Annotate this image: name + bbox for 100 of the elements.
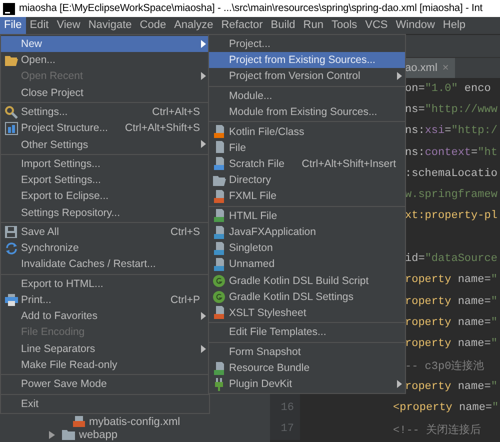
code-line: ns:xsi="http:/ <box>405 125 498 138</box>
code-line: on="1.0" enco <box>405 82 491 95</box>
shortcut-label: Ctrl+S <box>170 226 200 238</box>
menu-item[interactable]: Line Separators <box>1 340 209 357</box>
menu-item[interactable]: Edit File Templates... <box>209 324 405 340</box>
menu-item[interactable]: Project... <box>209 36 405 52</box>
menu-bar-item[interactable]: Navigate <box>84 17 136 34</box>
printer-icon <box>4 294 18 306</box>
file-icon <box>214 306 224 320</box>
menu-item[interactable]: Module from Existing Sources... <box>209 104 405 120</box>
code-line: roperty name=" <box>405 338 498 350</box>
menu-item[interactable]: Singleton <box>209 240 405 256</box>
menu-item[interactable]: Add to Favorites <box>1 308 209 324</box>
menu-item[interactable]: Close Project <box>1 84 209 101</box>
menu-bar-item[interactable]: Help <box>438 17 470 34</box>
app-icon <box>3 2 15 14</box>
menu-item[interactable]: Settings Repository... <box>1 204 209 221</box>
menu-item[interactable]: Plugin DevKit <box>209 376 405 392</box>
menu-item[interactable]: Save All Ctrl+S <box>1 224 209 240</box>
file-icon <box>214 157 224 170</box>
code-line: <!-- 关闭连接后 <box>393 422 482 437</box>
menu-bar-item[interactable]: View <box>52 17 84 34</box>
menu-item[interactable]: Project from Version Control <box>209 68 405 85</box>
menu-bar-item[interactable]: Edit <box>26 17 53 34</box>
menu-item[interactable]: Import Settings... <box>1 156 209 172</box>
menu-bar-item[interactable]: Code <box>136 17 170 34</box>
menu-item[interactable]: Gradle Kotlin DSL Settings <box>209 288 405 305</box>
menu-item[interactable]: Gradle Kotlin DSL Build Script <box>209 272 405 289</box>
menu-item[interactable]: Form Snapshot <box>209 344 405 360</box>
code-line: roperty name=" <box>405 316 498 329</box>
menu-item[interactable]: Unnamed <box>209 256 405 272</box>
editor-tab[interactable]: ao.xml × <box>403 58 455 78</box>
menu-item[interactable]: XSLT Stylesheet <box>209 304 405 322</box>
menu-bar-item[interactable]: VCS <box>361 17 392 34</box>
menu-item[interactable]: Power Save Mode <box>1 376 209 392</box>
menu-item[interactable]: Scratch File Ctrl+Alt+Shift+Insert <box>209 156 405 172</box>
menu-item[interactable]: Kotlin File/Class <box>209 124 405 140</box>
menu-item[interactable]: Module... <box>209 88 405 104</box>
shortcut-label: Ctrl+Alt+Shift+Insert <box>302 158 396 170</box>
menu-item[interactable]: Exit <box>1 396 209 412</box>
circle-icon <box>213 274 225 287</box>
menu-bar-item[interactable]: Window <box>392 17 439 34</box>
code-line: w.springframew <box>405 189 498 202</box>
menu-item[interactable]: Synchronize <box>1 240 209 256</box>
code-line: roperty name=" <box>405 274 498 286</box>
code-line: roperty name=" <box>405 296 498 308</box>
grid-icon <box>4 122 18 135</box>
menu-item[interactable]: HTML File <box>209 208 405 224</box>
shortcut-label: Ctrl+Alt+Shift+S <box>125 122 200 134</box>
folder-icon <box>212 174 226 186</box>
code-line: ns="http://www <box>405 104 498 116</box>
file-icon <box>214 141 224 154</box>
tree-item[interactable]: mybatis-config.xml <box>89 416 180 428</box>
menu-item[interactable]: Export Settings... <box>1 172 209 188</box>
file-icon <box>214 362 224 375</box>
plug-icon <box>213 378 225 391</box>
code-line: :schemaLocatio <box>405 168 498 180</box>
file-icon <box>214 125 224 138</box>
file-icon <box>214 190 224 203</box>
menu-item[interactable]: Project Structure... Ctrl+Alt+Shift+S <box>1 120 209 136</box>
code-line: <property name=" <box>393 402 499 414</box>
file-icon <box>214 258 224 271</box>
expander-icon[interactable] <box>48 430 56 438</box>
folder-icon <box>4 54 18 66</box>
code-line: id="dataSource <box>405 253 498 266</box>
menu-item[interactable]: Directory <box>209 172 405 188</box>
menu-item[interactable]: New <box>1 36 209 52</box>
tree-item[interactable]: webapp <box>79 428 118 440</box>
file-icon <box>214 242 224 255</box>
menu-item[interactable]: Open... <box>1 52 209 68</box>
menu-bar-item[interactable]: Build <box>266 17 300 34</box>
menu-item[interactable]: Resource Bundle <box>209 360 405 376</box>
shortcut-label: Ctrl+P <box>170 294 200 306</box>
menu-item[interactable]: Make File Read-only <box>1 356 209 373</box>
menu-item[interactable]: FXML File <box>209 188 405 204</box>
menu-item[interactable]: Other Settings <box>1 136 209 153</box>
folder-icon <box>62 429 75 440</box>
menu-bar-item[interactable]: Tools <box>327 17 362 34</box>
file-icon <box>214 209 224 222</box>
menu-item[interactable]: Export to Eclipse... <box>1 188 209 204</box>
shortcut-label: Ctrl+Alt+S <box>152 106 200 118</box>
menu-item[interactable]: JavaFXApplication <box>209 224 405 240</box>
menu-bar-item[interactable]: File <box>0 17 26 34</box>
code-line: ns:context="ht <box>405 146 498 159</box>
menu-item[interactable]: Invalidate Caches / Restart... <box>1 256 209 272</box>
code-line: xt:property-pl <box>405 210 498 222</box>
menu-bar-item[interactable]: Analyze <box>170 17 218 34</box>
menu-item[interactable]: Project from Existing Sources... <box>209 52 405 68</box>
window-title: miaosha [E:\MyEclipseWorkSpace\miaosha] - ...\src\main\resources\spring\spring-dao.xml [miaosha] - Int <box>19 3 483 14</box>
menu-bar-item[interactable]: Refactor <box>217 17 267 34</box>
code-line: roperty name=" <box>405 380 498 393</box>
menu-item[interactable]: Settings... Ctrl+Alt+S <box>1 104 209 120</box>
menu-bar-item[interactable]: Run <box>299 17 328 34</box>
file-icon <box>214 226 224 238</box>
circle-icon <box>213 290 225 303</box>
menu-item[interactable]: Export to HTML... <box>1 276 209 292</box>
menu-item[interactable]: Print... Ctrl+P <box>1 292 209 308</box>
menu-item[interactable]: File <box>209 140 405 156</box>
code-line: -- c3p0连接池 <box>405 358 484 373</box>
sync-icon <box>4 242 18 255</box>
